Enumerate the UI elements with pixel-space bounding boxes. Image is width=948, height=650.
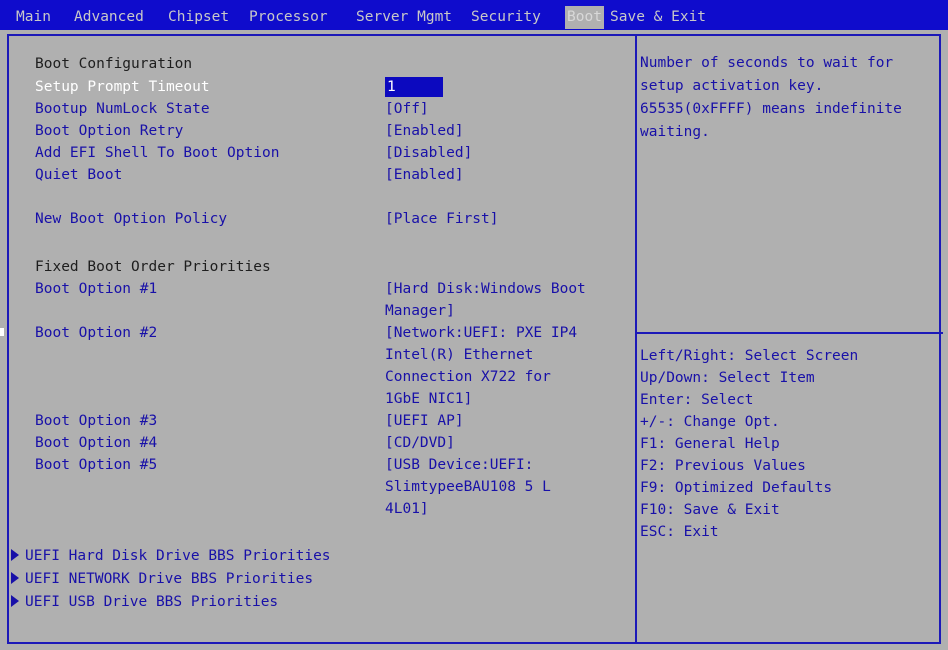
boot-option-retry-label[interactable]: Boot Option Retry: [35, 120, 183, 142]
tab-server-mgmt[interactable]: Server Mgmt: [356, 7, 452, 27]
key-help-line: F9: Optimized Defaults: [640, 480, 833, 496]
key-help-line: Up/Down: Select Item: [640, 370, 815, 386]
boot-option-3-value[interactable]: [UEFI AP]: [385, 410, 464, 432]
boot-option-1-value[interactable]: [Hard Disk:Windows Boot: [385, 278, 586, 300]
bootup-numlock-value[interactable]: [Off]: [385, 98, 429, 120]
boot-option-1-label[interactable]: Boot Option #1: [35, 278, 157, 300]
setup-prompt-timeout-field[interactable]: 1: [385, 76, 443, 98]
section-header-fixed-boot-order: Fixed Boot Order Priorities: [35, 259, 271, 275]
new-boot-option-policy-label[interactable]: New Boot Option Policy: [35, 208, 227, 230]
scroll-marker: [0, 328, 4, 336]
panel-divider-horizontal: [637, 332, 943, 334]
key-help-line: F10: Save & Exit: [640, 502, 780, 518]
setup-prompt-timeout-value[interactable]: 1: [385, 77, 443, 97]
boot-option-retry-value[interactable]: [Enabled]: [385, 120, 464, 142]
submenu-uefi-network-bbs[interactable]: UEFI NETWORK Drive BBS Priorities: [11, 568, 313, 590]
submenu-label: UEFI NETWORK Drive BBS Priorities: [25, 571, 314, 587]
top-menu-bar: Main Advanced Chipset Processor Server M…: [0, 0, 948, 30]
boot-option-5-value[interactable]: [USB Device:UEFI:: [385, 454, 533, 476]
boot-option-2-label[interactable]: Boot Option #2: [35, 322, 157, 344]
boot-option-2-value-line4[interactable]: 1GbE NIC1]: [385, 388, 472, 410]
help-text-line: waiting.: [640, 124, 710, 140]
key-help-line: Enter: Select: [640, 392, 754, 408]
boot-option-5-label[interactable]: Boot Option #5: [35, 454, 157, 476]
help-text-line: Number of seconds to wait for: [640, 55, 894, 71]
boot-option-5-value-line3[interactable]: 4L01]: [385, 498, 429, 520]
add-efi-shell-value[interactable]: [Disabled]: [385, 142, 472, 164]
key-help-line: F2: Previous Values: [640, 458, 806, 474]
tab-save-exit[interactable]: Save & Exit: [610, 7, 706, 27]
boot-option-2-value-line2[interactable]: Intel(R) Ethernet: [385, 344, 533, 366]
tab-processor[interactable]: Processor: [249, 7, 328, 27]
boot-option-5-value-line2[interactable]: SlimtypeeBAU108 5 L: [385, 476, 551, 498]
tab-advanced[interactable]: Advanced: [74, 7, 144, 27]
boot-option-4-value[interactable]: [CD/DVD]: [385, 432, 455, 454]
boot-option-2-value[interactable]: [Network:UEFI: PXE IP4: [385, 322, 577, 344]
help-text-line: setup activation key.: [640, 78, 824, 94]
tab-boot[interactable]: Boot: [565, 6, 604, 29]
submenu-label: UEFI USB Drive BBS Priorities: [25, 594, 279, 610]
key-help-line: F1: General Help: [640, 436, 780, 452]
tab-chipset[interactable]: Chipset: [168, 7, 229, 27]
section-header-boot-configuration: Boot Configuration: [35, 56, 193, 72]
triangle-right-icon: [11, 549, 19, 561]
submenu-uefi-usb-bbs[interactable]: UEFI USB Drive BBS Priorities: [11, 591, 278, 613]
submenu-uefi-hard-disk-bbs[interactable]: UEFI Hard Disk Drive BBS Priorities: [11, 545, 331, 567]
bootup-numlock-label[interactable]: Bootup NumLock State: [35, 98, 210, 120]
key-help-line: +/-: Change Opt.: [640, 414, 780, 430]
boot-option-1-value-line2[interactable]: Manager]: [385, 300, 455, 322]
main-panel: Boot Configuration Setup Prompt Timeout …: [7, 34, 943, 644]
quiet-boot-value[interactable]: [Enabled]: [385, 164, 464, 186]
boot-option-4-label[interactable]: Boot Option #4: [35, 432, 157, 454]
quiet-boot-label[interactable]: Quiet Boot: [35, 164, 122, 186]
key-help-line: Left/Right: Select Screen: [640, 348, 859, 364]
help-text-line: 65535(0xFFFF) means indefinite: [640, 101, 902, 117]
tab-main[interactable]: Main: [16, 7, 51, 27]
triangle-right-icon: [11, 595, 19, 607]
setup-prompt-timeout-label[interactable]: Setup Prompt Timeout: [35, 76, 210, 98]
submenu-label: UEFI Hard Disk Drive BBS Priorities: [25, 548, 331, 564]
boot-option-2-value-line3[interactable]: Connection X722 for: [385, 366, 551, 388]
panel-divider-vertical: [635, 34, 637, 644]
boot-option-3-label[interactable]: Boot Option #3: [35, 410, 157, 432]
key-help-line: ESC: Exit: [640, 524, 719, 540]
new-boot-option-policy-value[interactable]: [Place First]: [385, 208, 499, 230]
triangle-right-icon: [11, 572, 19, 584]
add-efi-shell-label[interactable]: Add EFI Shell To Boot Option: [35, 142, 279, 164]
tab-security[interactable]: Security: [471, 7, 541, 27]
